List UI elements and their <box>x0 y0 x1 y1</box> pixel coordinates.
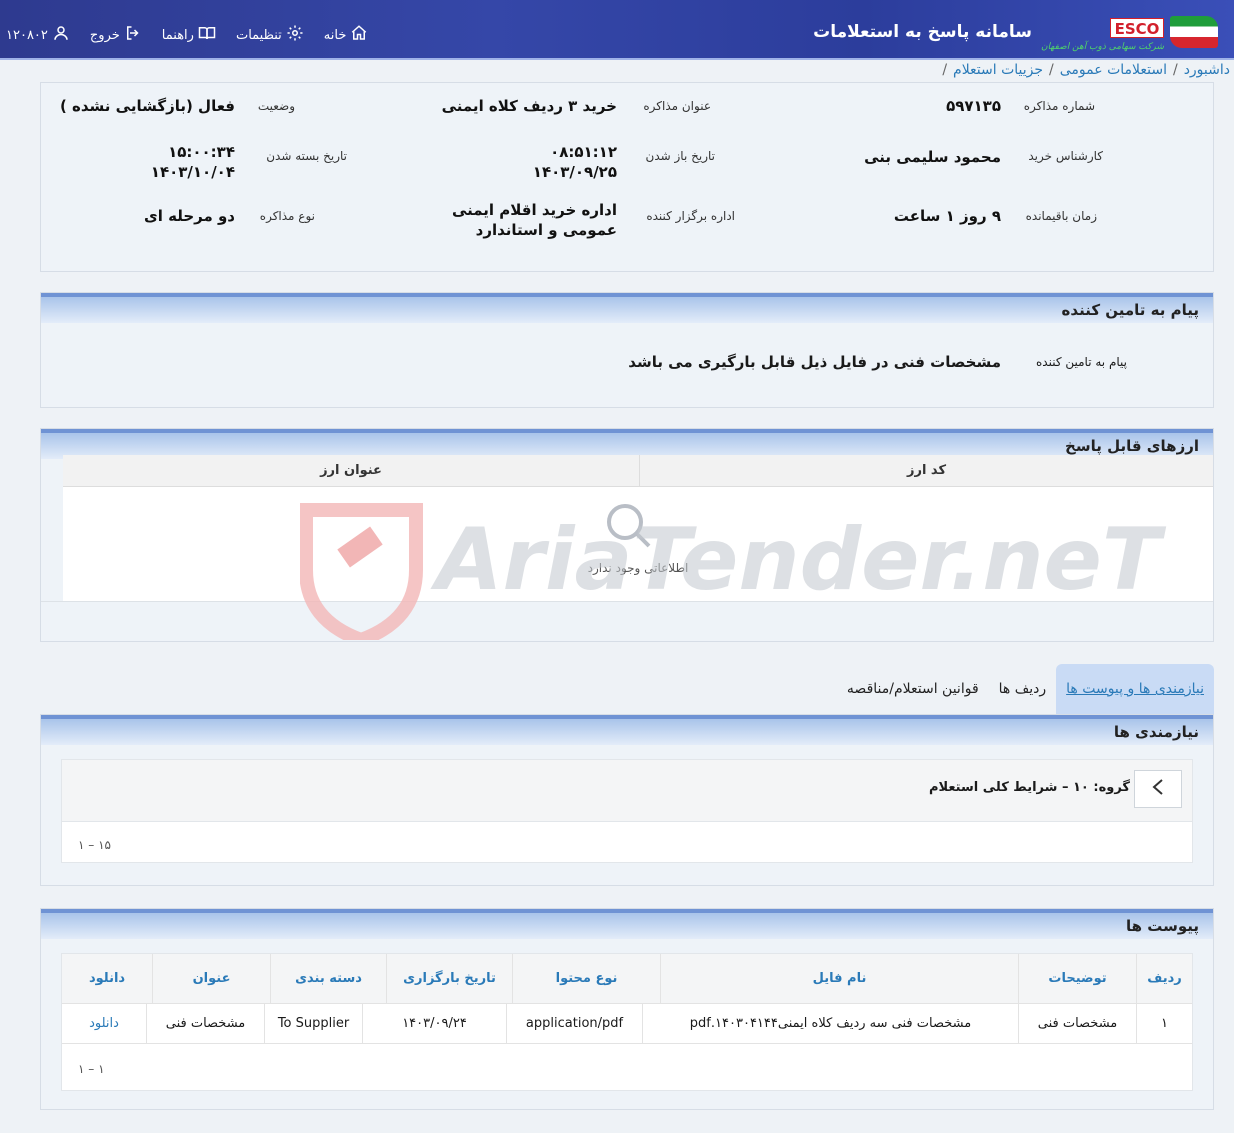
negotiation-title: خرید ۳ ردیف کلاه ایمنی <box>441 97 617 115</box>
col-description[interactable]: توضیحات <box>1018 954 1136 1003</box>
tab-bar: نیازمندی ها و پیوست ها ردیف ها قوانین اس… <box>837 664 1214 714</box>
breadcrumb-separator: / <box>942 62 948 78</box>
cell-content-type: application/pdf <box>506 1004 642 1043</box>
open-date: ۱۴۰۳/۰۹/۲۵ <box>532 163 617 181</box>
title-label: عنوان مذاکره <box>643 99 711 113</box>
col-currency-title: عنوان ارز <box>320 463 382 478</box>
esco-logo: ESCO <box>1110 18 1164 38</box>
close-time: ۱۵:۰۰:۳۴ <box>168 143 235 161</box>
close-date: ۱۴۰۳/۱۰/۰۴ <box>150 163 235 181</box>
type-value: دو مرحله ای <box>143 207 235 225</box>
close-date-label: تاریخ بسته شدن <box>266 149 347 163</box>
table-header: کد ارز عنوان ارز <box>63 455 1213 487</box>
breadcrumb-separator: / <box>1049 62 1054 78</box>
breadcrumb-separator: / <box>1172 62 1178 78</box>
col-category[interactable]: دسته بندی <box>270 954 386 1003</box>
chevron-left-icon <box>1151 778 1165 800</box>
col-content-type[interactable]: نوع محتوا <box>512 954 660 1003</box>
home-link[interactable]: خانه <box>324 24 369 46</box>
status-value: فعال (بازگشایی نشده ) <box>59 97 235 115</box>
requirements-group: گروه: ۱۰ – شرایط کلی استعلام ۱ – ۱۵ <box>61 759 1193 863</box>
type-label: نوع مذاکره <box>259 209 315 223</box>
col-currency-code: کد ارز <box>639 455 1213 486</box>
buyer-value: محمود سلیمی بنی <box>864 148 1001 166</box>
guide-link[interactable]: راهنما <box>162 24 216 46</box>
app-title: سامانه پاسخ به استعلامات <box>813 22 1032 42</box>
settings-link[interactable]: تنظیمات <box>236 24 304 46</box>
logout-icon <box>124 24 142 46</box>
book-icon <box>198 24 216 46</box>
panel-title: پیام به تامین کننده <box>41 293 1213 323</box>
group-header: گروه: ۱۰ – شرایط کلی استعلام <box>62 760 1192 822</box>
breadcrumb: داشبورد / استعلامات عمومی / جزییات استعل… <box>942 60 1230 80</box>
home-icon <box>350 24 368 46</box>
pager: ۱ – ۱ <box>78 1062 105 1076</box>
divider <box>41 601 1213 602</box>
tab-rows[interactable]: ردیف ها <box>989 664 1056 714</box>
cell-row: ۱ <box>1136 1004 1192 1043</box>
expand-button[interactable] <box>1134 770 1182 808</box>
user-id[interactable]: ۱۲۰۸۰۲ <box>6 24 70 46</box>
cell-filename: مشخصات فنی سه ردیف کلاه ایمنی۱۴۰۳۰۴۱۴۴.p… <box>642 1004 1018 1043</box>
supplier-message-text: مشخصات فنی در فایل ذیل قابل بارگیری می ب… <box>628 353 1001 371</box>
breadcrumb-dashboard[interactable]: داشبورد <box>1184 62 1230 78</box>
flag-icon <box>1170 16 1218 48</box>
negotiation-no-label: شماره مذاکره <box>1023 99 1095 113</box>
breadcrumb-inquiry-details[interactable]: جزییات استعلام <box>953 62 1043 78</box>
inquiry-info-panel: شماره مذاکره ۵۹۷۱۳۵ عنوان مذاکره خرید ۳ … <box>40 82 1214 272</box>
status-label: وضعیت <box>257 99 295 113</box>
supplier-message-label: پیام به تامین کننده <box>1036 355 1127 369</box>
cell-description: مشخصات فنی <box>1018 1004 1136 1043</box>
attachments-table: ردیف توضیحات نام فایل نوع محتوا تاریخ با… <box>61 953 1193 1091</box>
top-nav: ۱۲۰۸۰۲ خروج راهنما تنظیمات خانه <box>6 24 388 46</box>
organizer-line1: اداره خرید اقلام ایمنی <box>451 201 617 219</box>
esco-subtitle: شرکت سهامی ذوب آهن اصفهان <box>1041 42 1164 52</box>
gear-icon <box>286 24 304 46</box>
user-icon <box>52 24 70 46</box>
tab-rules[interactable]: قوانین استعلام/مناقصه <box>837 664 989 714</box>
download-link[interactable]: دانلود <box>62 1004 146 1043</box>
cell-upload-date: ۱۴۰۳/۰۹/۲۴ <box>362 1004 506 1043</box>
top-bar: ESCO شرکت سهامی ذوب آهن اصفهان سامانه پا… <box>0 0 1234 60</box>
empty-message: اطلاعاتی وجود ندارد <box>587 561 689 575</box>
requirements-panel: نیازمندی ها گروه: ۱۰ – شرایط کلی استعلام… <box>40 714 1214 886</box>
tab-requirements-attachments[interactable]: نیازمندی ها و پیوست ها <box>1056 664 1214 714</box>
open-time: ۰۸:۵۱:۱۲ <box>550 143 617 161</box>
col-upload-date[interactable]: تاریخ بارگزاری <box>386 954 512 1003</box>
table-header: ردیف توضیحات نام فایل نوع محتوا تاریخ با… <box>62 954 1192 1004</box>
col-row[interactable]: ردیف <box>1136 954 1192 1003</box>
cell-title: مشخصات فنی <box>146 1004 264 1043</box>
group-title: گروه: ۱۰ – شرایط کلی استعلام <box>928 780 1130 795</box>
organizer-line2: عمومی و استاندارد <box>475 221 617 239</box>
currencies-table: کد ارز عنوان ارز اطلاعاتی وجود ندارد <box>63 455 1213 601</box>
remaining-value: ۹ روز ۱ ساعت <box>893 207 1001 225</box>
organizer-label: اداره برگزار کننده <box>646 209 735 223</box>
panel-title: پیوست ها <box>41 909 1213 939</box>
currencies-panel: ارزهای قابل پاسخ کد ارز عنوان ارز اطلاعا… <box>40 428 1214 642</box>
open-date-label: تاریخ باز شدن <box>645 149 715 163</box>
supplier-message-panel: پیام به تامین کننده پیام به تامین کننده … <box>40 292 1214 408</box>
col-title[interactable]: عنوان <box>152 954 270 1003</box>
col-download[interactable]: دانلود <box>62 954 152 1003</box>
pager: ۱ – ۱۵ <box>78 838 111 852</box>
cell-category: To Supplier <box>264 1004 362 1043</box>
buyer-label: کارشناس خرید <box>1028 149 1103 163</box>
breadcrumb-public-inquiries[interactable]: استعلامات عمومی <box>1060 62 1167 78</box>
logout-link[interactable]: خروج <box>90 24 142 46</box>
negotiation-no: ۵۹۷۱۳۵ <box>946 97 1001 115</box>
table-row: ۱ مشخصات فنی مشخصات فنی سه ردیف کلاه ایم… <box>62 1004 1192 1044</box>
panel-title: نیازمندی ها <box>41 715 1213 745</box>
logo: ESCO شرکت سهامی ذوب آهن اصفهان <box>1010 6 1230 56</box>
remaining-label: زمان باقیمانده <box>1025 209 1097 223</box>
attachments-panel: پیوست ها ردیف توضیحات نام فایل نوع محتوا… <box>40 908 1214 1110</box>
col-filename[interactable]: نام فایل <box>660 954 1018 1003</box>
